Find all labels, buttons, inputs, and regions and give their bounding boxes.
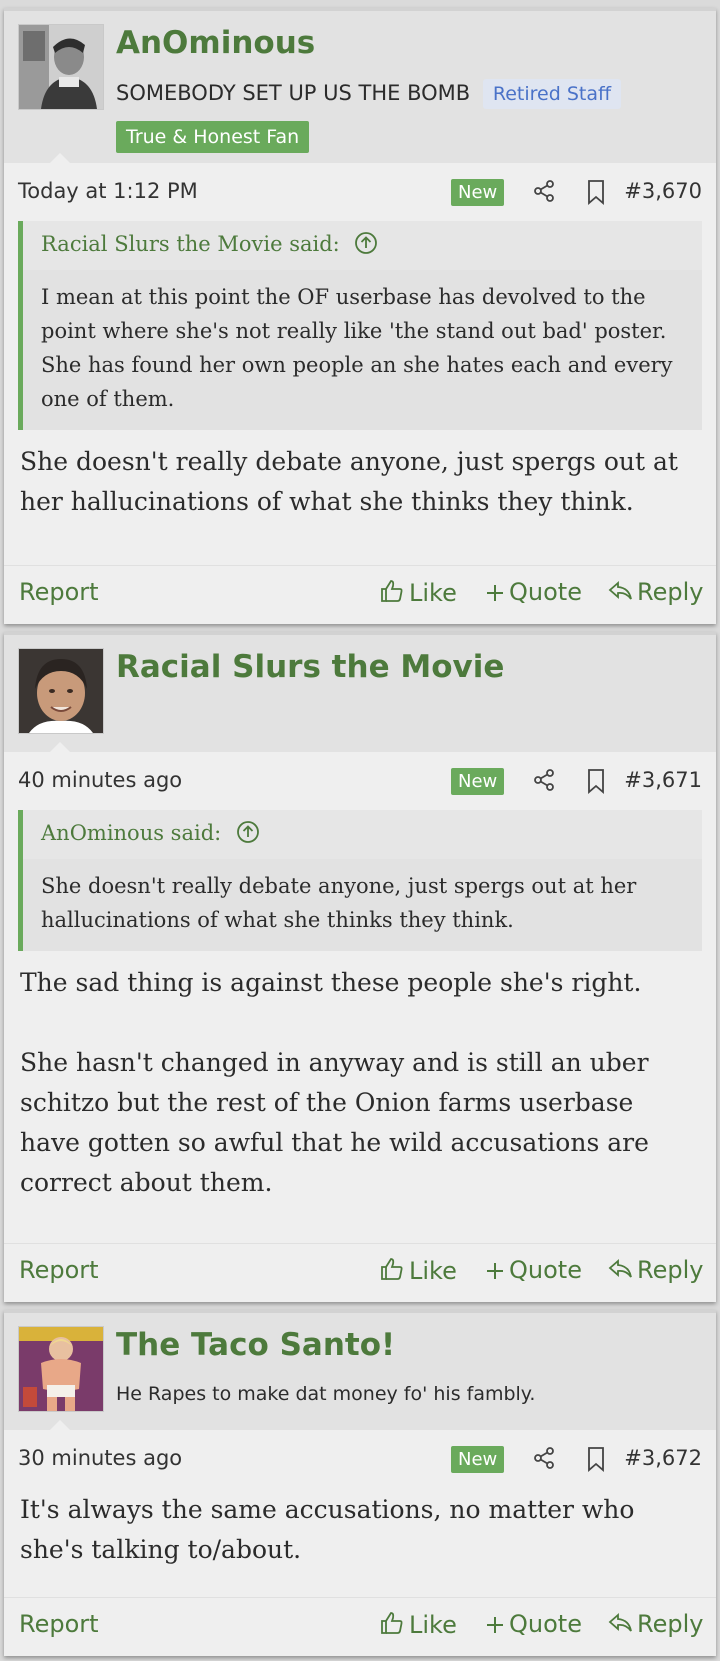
post-number[interactable]: #3,672 <box>624 1446 702 1470</box>
reply-button[interactable]: Reply <box>607 578 703 609</box>
reply-arrow-icon <box>607 1257 633 1287</box>
reply-label: Reply <box>637 578 704 606</box>
quote-button[interactable]: Quote <box>485 1610 582 1641</box>
message-body: It's always the same accusations, no mat… <box>4 1488 716 1570</box>
quote-block: AnOminous said: She doesn't really debat… <box>18 810 702 951</box>
plus-icon <box>485 1613 505 1641</box>
user-title: SOMEBODY SET UP US THE BOMB Retired Staf… <box>116 79 622 109</box>
user-title-text: He Rapes to make dat money fo' his fambl… <box>116 1383 536 1405</box>
avatar[interactable] <box>18 1326 104 1412</box>
post-timestamp[interactable]: Today at 1:12 PM <box>18 179 198 203</box>
post-header: Racial Slurs the Movie <box>4 635 716 752</box>
message-paragraph: It's always the same accusations, no mat… <box>20 1495 635 1564</box>
post-timestamp[interactable]: 30 minutes ago <box>18 1446 182 1470</box>
reply-label: Reply <box>637 1256 704 1284</box>
reply-button[interactable]: Reply <box>607 1610 703 1641</box>
report-link[interactable]: Report <box>19 1256 99 1284</box>
thumbs-up-icon <box>379 1610 405 1642</box>
plus-icon <box>485 581 505 609</box>
avatar[interactable] <box>18 648 104 734</box>
jump-to-quote-icon[interactable] <box>354 231 378 260</box>
message-body: The sad thing is against these people sh… <box>4 951 716 1203</box>
bookmark-icon[interactable] <box>584 1446 608 1476</box>
share-icon[interactable] <box>532 1446 556 1474</box>
avatar[interactable] <box>18 24 104 110</box>
quote-label: Quote <box>509 578 582 606</box>
post-footer: Report Like Quote Reply <box>4 565 716 624</box>
post-meta: 30 minutes ago New #3,672 <box>4 1430 716 1488</box>
fan-banner: True & Honest Fan <box>116 121 310 153</box>
report-link[interactable]: Report <box>19 1610 99 1638</box>
bookmark-icon[interactable] <box>584 179 608 209</box>
like-button[interactable]: Like <box>379 1256 457 1288</box>
reply-arrow-icon <box>607 579 633 609</box>
quote-header[interactable]: Racial Slurs the Movie said: <box>23 221 702 270</box>
post-footer: Report Like Quote Reply <box>4 1597 716 1656</box>
new-badge: New <box>451 1446 505 1473</box>
post-number[interactable]: #3,670 <box>624 179 702 203</box>
like-label: Like <box>409 1257 457 1285</box>
share-icon[interactable] <box>532 768 556 796</box>
username[interactable]: AnOminous <box>116 25 315 61</box>
post-header: The Taco Santo! He Rapes to make dat mon… <box>4 1313 716 1430</box>
thumbs-up-icon <box>379 578 405 610</box>
user-title: He Rapes to make dat money fo' his fambl… <box>116 1383 535 1405</box>
quote-author[interactable]: Racial Slurs the Movie said: <box>41 232 340 256</box>
staff-banner: Retired Staff <box>482 79 622 109</box>
quote-label: Quote <box>509 1610 582 1638</box>
post: The Taco Santo! He Rapes to make dat mon… <box>4 1310 716 1656</box>
post-meta: 40 minutes ago New #3,671 <box>4 752 716 810</box>
jump-to-quote-icon[interactable] <box>236 820 260 849</box>
like-button[interactable]: Like <box>379 1610 457 1642</box>
reply-label: Reply <box>637 1610 704 1638</box>
user-title-text: SOMEBODY SET UP US THE BOMB <box>116 81 471 105</box>
message-body: She doesn't really debate anyone, just s… <box>4 430 716 522</box>
new-badge: New <box>451 179 505 206</box>
post-timestamp[interactable]: 40 minutes ago <box>18 768 182 792</box>
quote-button[interactable]: Quote <box>485 1256 582 1287</box>
post-meta: Today at 1:12 PM New #3,670 <box>4 163 716 221</box>
quote-button[interactable]: Quote <box>485 578 582 609</box>
post-number[interactable]: #3,671 <box>624 768 702 792</box>
quote-text: I mean at this point the OF userbase has… <box>23 270 702 430</box>
share-icon[interactable] <box>532 179 556 207</box>
post-footer: Report Like Quote Reply <box>4 1243 716 1302</box>
quote-header[interactable]: AnOminous said: <box>23 810 702 859</box>
quote-label: Quote <box>509 1256 582 1284</box>
post: Racial Slurs the Movie 40 minutes ago Ne… <box>4 632 716 1302</box>
post: AnOminous SOMEBODY SET UP US THE BOMB Re… <box>4 8 716 624</box>
thumbs-up-icon <box>379 1256 405 1288</box>
message-paragraph: The sad thing is against these people sh… <box>20 968 642 997</box>
quote-text: She doesn't really debate anyone, just s… <box>23 859 702 951</box>
report-link[interactable]: Report <box>19 578 99 606</box>
username[interactable]: The Taco Santo! <box>116 1327 395 1363</box>
new-badge: New <box>451 768 505 795</box>
quote-block: Racial Slurs the Movie said: I mean at t… <box>18 221 702 430</box>
quote-author[interactable]: AnOminous said: <box>41 821 221 845</box>
message-paragraph: She hasn't changed in anyway and is stil… <box>20 1048 649 1197</box>
header-notch <box>50 153 70 163</box>
like-label: Like <box>409 1611 457 1639</box>
message-paragraph: She doesn't really debate anyone, just s… <box>20 447 678 516</box>
reply-button[interactable]: Reply <box>607 1256 703 1287</box>
plus-icon <box>485 1259 505 1287</box>
like-label: Like <box>409 579 457 607</box>
bookmark-icon[interactable] <box>584 768 608 798</box>
reply-arrow-icon <box>607 1611 633 1641</box>
header-notch <box>50 742 70 752</box>
post-header: AnOminous SOMEBODY SET UP US THE BOMB Re… <box>4 11 716 163</box>
like-button[interactable]: Like <box>379 578 457 610</box>
header-notch <box>50 1420 70 1430</box>
username[interactable]: Racial Slurs the Movie <box>116 649 504 685</box>
